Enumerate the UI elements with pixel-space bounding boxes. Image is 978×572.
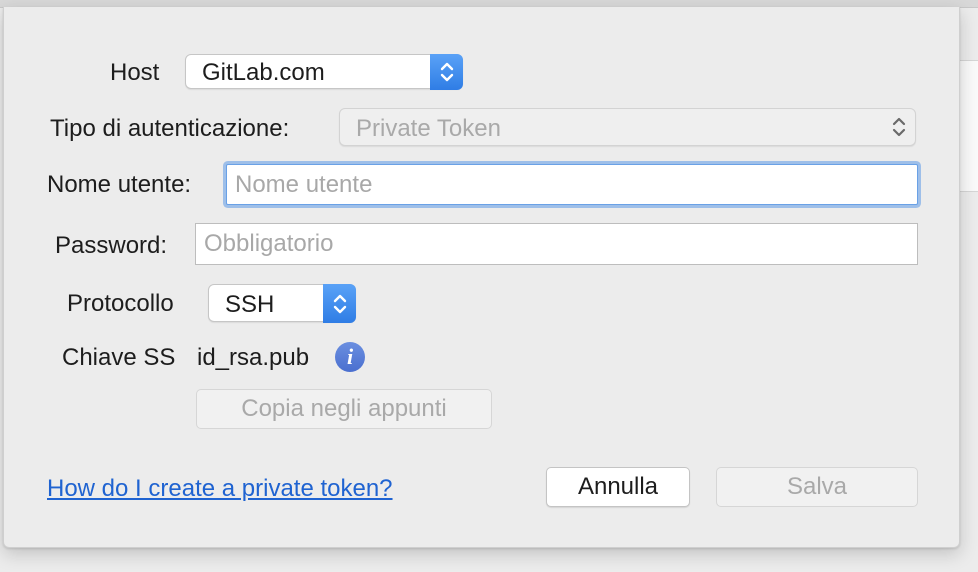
info-icon[interactable]: i [335, 342, 365, 372]
username-input[interactable] [227, 165, 917, 204]
protocol-select[interactable]: SSH [208, 284, 356, 323]
auth-type-select[interactable]: Private Token [339, 108, 916, 146]
password-field[interactable] [195, 223, 918, 265]
protocol-label: Protocollo [67, 290, 174, 317]
host-select[interactable]: GitLab.com [185, 54, 463, 90]
copy-to-clipboard-button[interactable]: Copia negli appunti [196, 389, 492, 429]
background-panel-edge [958, 60, 978, 192]
chevron-up-down-icon [891, 115, 907, 146]
ssh-key-value: id_rsa.pub [197, 344, 310, 371]
password-input[interactable] [196, 224, 917, 264]
protocol-select-value: SSH [225, 291, 275, 318]
host-select-value: GitLab.com [202, 59, 325, 86]
auth-type-label: Tipo di autenticazione: [50, 115, 290, 142]
chevron-up-down-icon [430, 54, 463, 90]
host-label: Host [110, 59, 160, 86]
username-label: Nome utente: [47, 171, 192, 198]
auth-type-select-value: Private Token [356, 115, 501, 142]
save-button[interactable]: Salva [716, 467, 918, 507]
private-token-help-link[interactable]: How do I create a private token? [47, 475, 393, 503]
cancel-button[interactable]: Annulla [546, 467, 690, 507]
username-field[interactable] [226, 164, 918, 205]
password-label: Password: [55, 232, 168, 259]
ssh-key-label: Chiave SS [62, 344, 176, 371]
chevron-up-down-icon [323, 284, 356, 323]
account-sheet-dialog: Host GitLab.com Tipo di autenticazione: … [3, 7, 960, 548]
